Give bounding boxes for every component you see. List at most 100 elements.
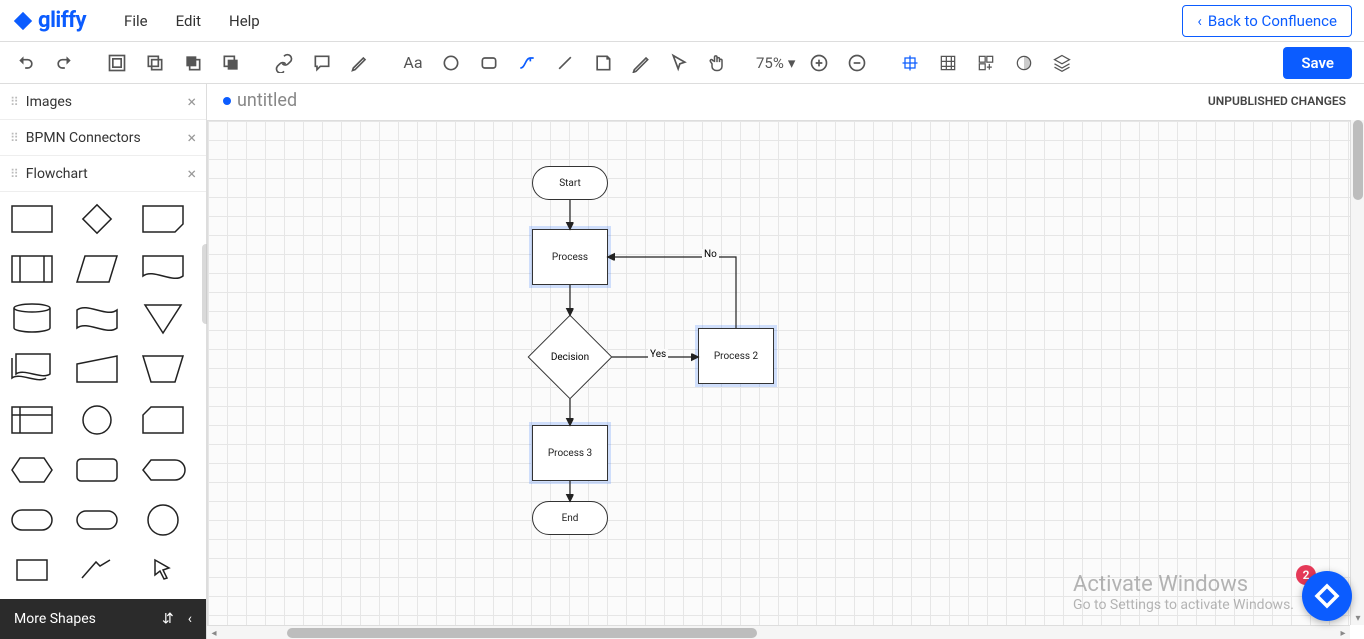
pointer-tool-button[interactable] [665,49,693,77]
document-title-row: untitled [207,84,1208,117]
shape-arrow[interactable] [73,553,121,587]
shape-card[interactable] [139,403,187,437]
node-label: Decision [540,327,600,387]
vertical-scrollbar[interactable]: ▾ [1350,120,1364,625]
edge-yes-label: Yes [648,349,668,360]
comment-button[interactable] [308,49,336,77]
circle-tool-button[interactable] [437,49,465,77]
panel-images[interactable]: ⠿ Images × [0,84,206,120]
back-button-label: Back to Confluence [1208,12,1337,30]
close-icon[interactable]: × [187,128,196,147]
menubar: gliffy File Edit Help ‹ Back to Confluen… [0,0,1364,42]
theme-button[interactable] [1010,49,1038,77]
scroll-left-icon[interactable]: ◂ [207,626,221,639]
send-back-button[interactable] [179,49,207,77]
undo-button[interactable] [12,49,40,77]
watermark-title: Activate Windows [1073,572,1294,597]
expand-icon[interactable]: ⇵ [162,611,174,627]
connector-tool-button[interactable] [513,49,541,77]
grip-icon: ⠿ [10,95,18,109]
connectors [208,121,1008,621]
shape-display[interactable] [139,453,187,487]
node-process[interactable]: Process [532,229,608,285]
panel-flowchart[interactable]: ⠿ Flowchart × [0,156,206,192]
close-icon[interactable]: × [187,164,196,183]
node-label: Process 3 [548,448,592,459]
shape-document[interactable] [139,252,187,286]
snap-grid-button[interactable] [896,49,924,77]
shape-cursor[interactable] [139,553,187,587]
layers-button[interactable] [1048,49,1076,77]
close-icon[interactable]: × [187,92,196,111]
gliffy-logo-icon [12,10,34,32]
shape-database[interactable] [8,302,56,336]
shape-manual-input[interactable] [73,352,121,386]
zoom-out-button[interactable] [843,49,871,77]
line-tool-button[interactable] [551,49,579,77]
shape-subprocess[interactable] [8,252,56,286]
shape-offpage[interactable] [139,202,187,236]
menu-edit[interactable]: Edit [176,12,201,30]
shape-roundrect[interactable] [73,453,121,487]
shape-tape[interactable] [73,302,121,336]
shape-parallelogram[interactable] [73,252,121,286]
fit-button[interactable] [103,49,131,77]
shape-connector-circle[interactable] [73,403,121,437]
shape-triangle-down[interactable] [139,302,187,336]
node-start[interactable]: Start [532,166,608,200]
guides-button[interactable] [972,49,1000,77]
collapse-icon[interactable]: ‹ [188,611,192,627]
bring-front-button[interactable] [217,49,245,77]
shape-circle[interactable] [139,503,187,537]
redo-button[interactable] [50,49,78,77]
back-to-confluence-button[interactable]: ‹ Back to Confluence [1182,5,1352,37]
node-label: Process 2 [714,351,758,362]
shape-pill[interactable] [73,503,121,537]
copy-button[interactable] [141,49,169,77]
node-label: Start [559,178,581,189]
link-button[interactable] [270,49,298,77]
document-title[interactable]: untitled [237,90,297,111]
menu-file[interactable]: File [124,12,148,30]
shape-terminator[interactable] [8,503,56,537]
watermark-sub: Go to Settings to activate Windows. [1073,597,1294,613]
shape-multidoc[interactable] [8,352,56,386]
grid-button[interactable] [934,49,962,77]
menu-help[interactable]: Help [229,12,260,30]
grip-icon: ⠿ [10,167,18,181]
more-shapes-label: More Shapes [14,611,96,627]
scroll-down-icon[interactable]: ▾ [1351,611,1364,625]
shape-rectangle[interactable] [8,202,56,236]
more-shapes-bar[interactable]: More Shapes ⇵ ‹ [0,599,206,639]
scroll-thumb[interactable] [287,628,757,638]
zoom-in-button[interactable] [805,49,833,77]
scroll-thumb[interactable] [1353,120,1363,200]
node-process2[interactable]: Process 2 [698,328,774,384]
node-end[interactable]: End [532,501,608,535]
node-decision[interactable]: Decision [540,327,600,387]
shape-diamond[interactable] [73,202,121,236]
shape-manual-op[interactable] [139,352,187,386]
shape-internal-storage[interactable] [8,403,56,437]
roundrect-tool-button[interactable] [475,49,503,77]
scroll-right-icon[interactable]: ▸ [1336,626,1350,639]
help-fab[interactable] [1302,571,1352,621]
unsaved-dot-icon [223,97,231,105]
canvas-wrap: untitled UNPUBLISHED CHANGES Start Proce… [207,84,1364,639]
document-status: UNPUBLISHED CHANGES [1208,94,1364,108]
save-button[interactable]: Save [1283,47,1352,79]
node-process3[interactable]: Process 3 [532,425,608,481]
panel-bpmn[interactable]: ⠿ BPMN Connectors × [0,120,206,156]
shape-hexagon[interactable] [8,453,56,487]
chevron-left-icon: ‹ [1197,12,1202,30]
edit-pencil-button[interactable] [346,49,374,77]
text-tool-button[interactable]: Aa [399,49,427,77]
horizontal-scrollbar[interactable]: ◂ ▸ [207,625,1350,639]
zoom-dropdown[interactable]: 75% ▾ [756,54,795,72]
shape-square[interactable] [8,553,56,587]
pan-tool-button[interactable] [703,49,731,77]
logo-text: gliffy [38,8,86,33]
note-tool-button[interactable] [589,49,617,77]
freehand-tool-button[interactable] [627,49,655,77]
canvas[interactable]: Start Process Decision Process 2 Process… [207,120,1364,625]
